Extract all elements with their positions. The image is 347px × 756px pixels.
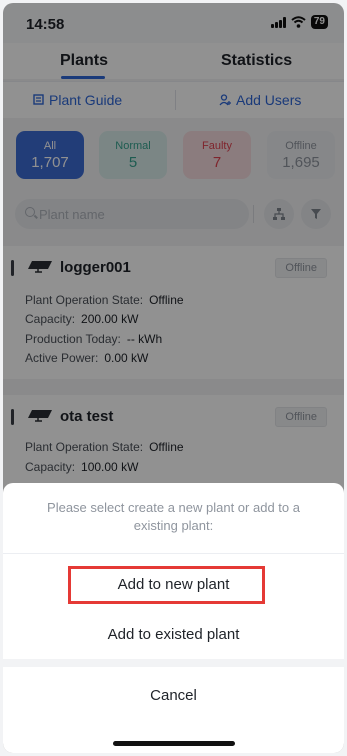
action-sheet: Please select create a new plant or add …: [3, 483, 344, 753]
add-to-new-plant-button[interactable]: Add to new plant: [3, 566, 344, 604]
sheet-divider: [3, 553, 344, 554]
add-to-existed-plant-label: Add to existed plant: [107, 626, 240, 643]
cancel-button[interactable]: Cancel: [3, 687, 344, 704]
phone-screen: 14:58 79 Plants Statistics Plant Guide A…: [3, 3, 344, 753]
home-indicator[interactable]: [113, 741, 235, 746]
cancel-label: Cancel: [150, 687, 197, 704]
sheet-message: Please select create a new plant or add …: [47, 500, 300, 533]
add-to-existed-plant-button[interactable]: Add to existed plant: [3, 626, 344, 643]
sheet-gap: [3, 659, 344, 667]
add-to-new-plant-label: Add to new plant: [117, 576, 230, 593]
